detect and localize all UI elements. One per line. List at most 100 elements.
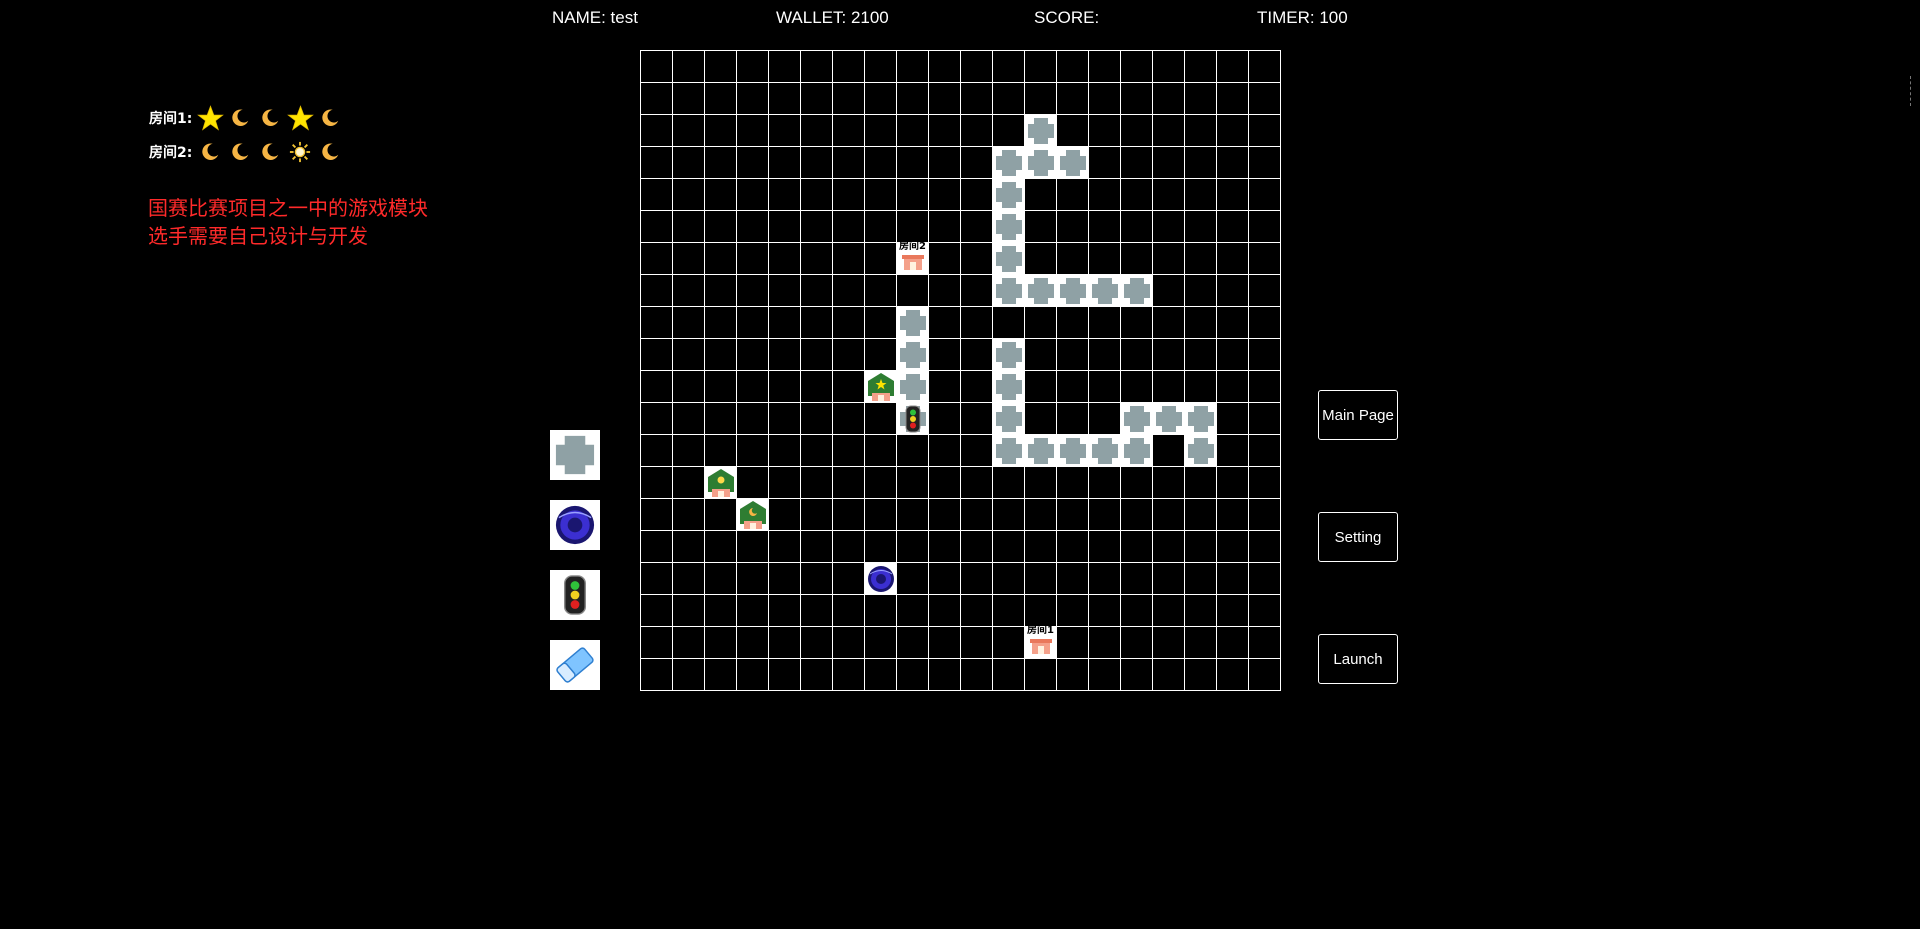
grid-cell[interactable] [1153, 659, 1185, 691]
grid-cell[interactable] [1057, 243, 1089, 275]
grid-cell[interactable] [1185, 627, 1217, 659]
grid-cell[interactable] [1217, 467, 1249, 499]
grid-cell[interactable] [705, 435, 737, 467]
grid-cell[interactable] [897, 371, 929, 403]
grid-cell[interactable] [1089, 83, 1121, 115]
grid-cell[interactable] [737, 211, 769, 243]
grid-cell[interactable] [1121, 243, 1153, 275]
game-board[interactable]: 房间2 房间1 [640, 50, 1281, 691]
grid-cell[interactable] [1057, 467, 1089, 499]
grid-cell[interactable] [737, 307, 769, 339]
grid-cell[interactable] [1217, 275, 1249, 307]
grid-cell[interactable] [801, 371, 833, 403]
grid-cell[interactable] [929, 307, 961, 339]
grid-cell[interactable] [1121, 531, 1153, 563]
grid-cell[interactable] [961, 243, 993, 275]
grid-cell[interactable] [1249, 179, 1281, 211]
grid-cell[interactable] [865, 51, 897, 83]
grid-cell[interactable] [641, 371, 673, 403]
grid-cell[interactable] [1089, 51, 1121, 83]
grid-cell[interactable] [641, 339, 673, 371]
grid-cell[interactable] [705, 563, 737, 595]
grid-cell[interactable] [1217, 403, 1249, 435]
grid-cell[interactable] [1153, 83, 1185, 115]
grid-cell[interactable] [1121, 211, 1153, 243]
grid-cell[interactable] [961, 595, 993, 627]
grid-cell[interactable] [929, 371, 961, 403]
grid-cell[interactable] [993, 339, 1025, 371]
grid-cell[interactable] [1153, 403, 1185, 435]
grid-cell[interactable] [1025, 595, 1057, 627]
grid-cell[interactable] [769, 595, 801, 627]
grid-cell[interactable] [641, 467, 673, 499]
grid-cell[interactable] [1153, 435, 1185, 467]
grid-cell[interactable] [769, 659, 801, 691]
grid-cell[interactable] [1057, 275, 1089, 307]
grid-cell[interactable] [1249, 211, 1281, 243]
grid-cell[interactable] [1025, 435, 1057, 467]
grid-cell[interactable] [865, 403, 897, 435]
grid-cell[interactable] [961, 435, 993, 467]
grid-cell[interactable] [1089, 115, 1121, 147]
grid-cell[interactable] [929, 243, 961, 275]
grid-cell[interactable] [1185, 147, 1217, 179]
grid-cell[interactable] [1185, 243, 1217, 275]
grid-cell[interactable] [769, 563, 801, 595]
grid-cell[interactable] [993, 211, 1025, 243]
grid-cell[interactable] [961, 467, 993, 499]
grid-cell[interactable] [673, 659, 705, 691]
grid-cell[interactable]: 房间1 [1025, 625, 1057, 659]
grid-cell[interactable] [673, 627, 705, 659]
grid-cell[interactable] [737, 115, 769, 147]
grid-cell[interactable] [961, 275, 993, 307]
grid-cell[interactable] [1057, 627, 1089, 659]
grid-cell[interactable] [865, 371, 897, 403]
grid-cell[interactable] [993, 531, 1025, 563]
grid-cell[interactable] [1153, 339, 1185, 371]
grid-cell[interactable] [993, 595, 1025, 627]
grid-cell[interactable] [1249, 307, 1281, 339]
grid-cell[interactable] [865, 83, 897, 115]
grid-cell[interactable] [865, 147, 897, 179]
grid-cell[interactable] [705, 147, 737, 179]
grid-cell[interactable] [1025, 371, 1057, 403]
grid-cell[interactable] [801, 115, 833, 147]
grid-cell[interactable] [897, 403, 929, 435]
grid-cell[interactable] [993, 51, 1025, 83]
grid-cell[interactable] [865, 307, 897, 339]
grid-cell[interactable] [801, 531, 833, 563]
grid-cell[interactable] [1249, 115, 1281, 147]
grid-cell[interactable] [1057, 435, 1089, 467]
grid-cell[interactable] [673, 179, 705, 211]
grid-cell[interactable] [1057, 147, 1089, 179]
grid-cell[interactable] [897, 83, 929, 115]
grid-cell[interactable] [833, 307, 865, 339]
grid-cell[interactable] [1249, 627, 1281, 659]
grid-cell[interactable] [801, 275, 833, 307]
grid-cell[interactable] [1153, 371, 1185, 403]
grid-cell[interactable] [1025, 403, 1057, 435]
grid-cell[interactable] [737, 371, 769, 403]
grid-cell[interactable] [769, 467, 801, 499]
grid-cell[interactable] [865, 275, 897, 307]
grid-cell[interactable] [833, 435, 865, 467]
grid-cell[interactable] [801, 179, 833, 211]
grid-cell[interactable] [833, 563, 865, 595]
grid-cell[interactable] [865, 595, 897, 627]
grid-cell[interactable] [737, 659, 769, 691]
grid-cell[interactable] [929, 115, 961, 147]
grid-cell[interactable] [737, 83, 769, 115]
grid-cell[interactable] [737, 563, 769, 595]
grid-cell[interactable] [1185, 51, 1217, 83]
grid-cell[interactable] [673, 307, 705, 339]
grid-cell[interactable] [1057, 83, 1089, 115]
grid-cell[interactable] [929, 275, 961, 307]
grid-cell[interactable] [1185, 435, 1217, 467]
grid-cell[interactable] [673, 147, 705, 179]
grid-cell[interactable] [1089, 147, 1121, 179]
grid-cell[interactable] [641, 595, 673, 627]
grid-cell[interactable] [801, 147, 833, 179]
grid-cell[interactable] [1089, 467, 1121, 499]
grid-cell[interactable] [1249, 275, 1281, 307]
grid-cell[interactable] [1185, 467, 1217, 499]
